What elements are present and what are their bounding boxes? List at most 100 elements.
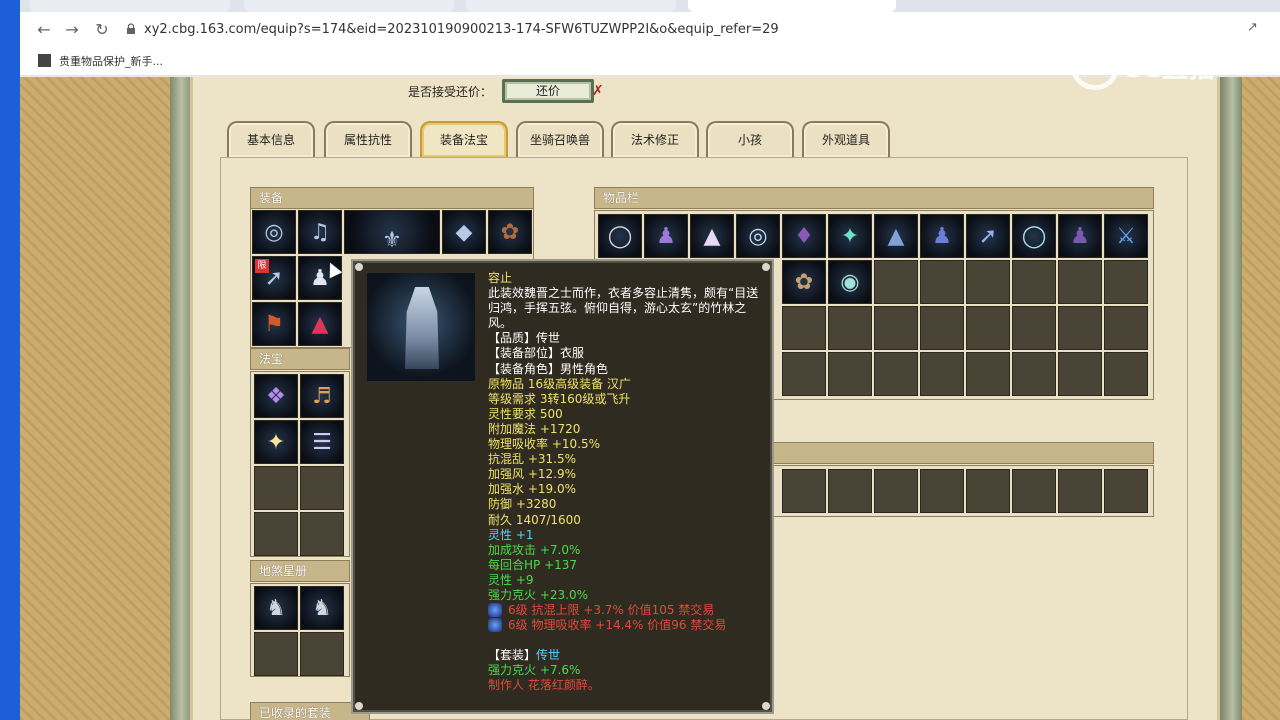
necklace-icon: ◯	[607, 224, 633, 249]
empty-slot[interactable]	[828, 352, 872, 396]
bargain-button[interactable]: 还价	[502, 79, 594, 103]
address-bar[interactable]: xy2.cbg.163.com/equip?s=174&eid=20231019…	[126, 18, 1236, 42]
back-icon[interactable]: ←	[34, 20, 54, 40]
cc-logo-icon	[1072, 49, 1118, 90]
tooltip-corner	[762, 263, 770, 271]
browser-tab[interactable]	[244, 0, 454, 12]
inventory-slot[interactable]: ▲	[690, 214, 734, 258]
equip-slot-accessory[interactable]: ♫	[298, 210, 342, 254]
stat-line: 加强风 +12.9%	[488, 467, 576, 482]
empty-slot[interactable]	[1012, 306, 1056, 350]
empty-slot[interactable]	[874, 352, 918, 396]
star-book-slot[interactable]: ♞	[254, 586, 298, 630]
share-icon[interactable]: ↗	[1247, 20, 1263, 36]
empty-slot[interactable]	[874, 306, 918, 350]
browser-tab[interactable]	[466, 0, 676, 12]
cloth-icon: ▲	[703, 224, 721, 249]
tab-spell-mod[interactable]: 法术修正	[611, 121, 699, 157]
belt-icon: ⚑	[264, 312, 284, 337]
empty-slot[interactable]	[1012, 352, 1056, 396]
inventory-slot[interactable]: ◯	[1012, 214, 1056, 258]
empty-slot[interactable]	[1012, 469, 1056, 513]
empty-slot[interactable]	[874, 260, 918, 304]
section-inventory-header: 物品栏	[594, 187, 1154, 209]
tab-equipment-fabao[interactable]: 装备法宝	[420, 121, 508, 157]
empty-slot[interactable]	[920, 352, 964, 396]
section-equipment-header: 装备	[250, 187, 534, 209]
equip-slot-weapon[interactable]: ⚜	[344, 210, 440, 254]
warrior-icon: ♞	[266, 596, 286, 621]
empty-slot[interactable]	[966, 260, 1010, 304]
empty-slot[interactable]	[782, 306, 826, 350]
empty-slot[interactable]	[1104, 306, 1148, 350]
tab-mount-summon[interactable]: 坐骑召唤兽	[516, 121, 604, 157]
inventory-slot[interactable]: ➚	[966, 214, 1010, 258]
empty-slot[interactable]	[1104, 352, 1148, 396]
equip-slot-boots[interactable]: ▲	[298, 302, 342, 346]
empty-slot[interactable]	[874, 469, 918, 513]
inventory-slot[interactable]: ✦	[828, 214, 872, 258]
empty-slot[interactable]	[254, 466, 298, 510]
inventory-slot[interactable]: ♟	[920, 214, 964, 258]
empty-slot[interactable]	[920, 306, 964, 350]
inventory-slot[interactable]: ⚔	[1104, 214, 1148, 258]
inventory-slot[interactable]: ♟	[1058, 214, 1102, 258]
empty-slot[interactable]	[920, 260, 964, 304]
bookmark-item[interactable]: 贵重物品保护_新手...	[38, 54, 163, 70]
empty-slot[interactable]	[1058, 306, 1102, 350]
empty-slot[interactable]	[782, 469, 826, 513]
empty-slot[interactable]	[828, 306, 872, 350]
empty-slot[interactable]	[1104, 260, 1148, 304]
inventory-slot[interactable]: ◉	[828, 260, 872, 304]
gem-text: 6级 抗混上限 +3.7% 价值105 禁交易	[508, 603, 715, 618]
item-image	[367, 273, 475, 381]
inventory-slot[interactable]: ♦	[782, 214, 826, 258]
reload-icon[interactable]: ↻	[92, 20, 112, 40]
inventory-slot[interactable]: ✿	[782, 260, 826, 304]
inventory-slot[interactable]: ◎	[736, 214, 780, 258]
item-name: 容止	[488, 271, 513, 285]
empty-slot[interactable]	[966, 469, 1010, 513]
empty-slot[interactable]	[300, 512, 344, 556]
empty-slot[interactable]	[966, 306, 1010, 350]
desktop-edge	[0, 0, 20, 720]
empty-slot[interactable]	[1058, 260, 1102, 304]
fabao-slot[interactable]: ☰	[300, 420, 344, 464]
tab-child[interactable]: 小孩	[706, 121, 794, 157]
empty-slot[interactable]	[920, 469, 964, 513]
empty-slot[interactable]	[1058, 352, 1102, 396]
tab-appearance[interactable]: 外观道具	[802, 121, 890, 157]
tab-basic-info[interactable]: 基本信息	[227, 121, 315, 157]
equip-slot-hair[interactable]: ✿	[488, 210, 532, 254]
empty-slot[interactable]	[254, 512, 298, 556]
inventory-slot[interactable]: ▲	[874, 214, 918, 258]
robe-icon: ♟	[932, 224, 952, 249]
empty-slot[interactable]	[254, 632, 298, 676]
equip-slot-belt[interactable]: ⚑	[252, 302, 296, 346]
empty-slot[interactable]	[782, 352, 826, 396]
empty-slot[interactable]	[828, 469, 872, 513]
empty-slot[interactable]	[1104, 469, 1148, 513]
blade-icon: ➚	[978, 224, 998, 249]
empty-slot[interactable]	[1012, 260, 1056, 304]
equip-slot-mask[interactable]: ◆	[442, 210, 486, 254]
inventory-slot[interactable]: ♟	[644, 214, 688, 258]
equip-slot-helmet[interactable]: ◎	[252, 210, 296, 254]
tab-resistance[interactable]: 属性抗性	[324, 121, 412, 157]
fabao-slot[interactable]: ❖	[254, 374, 298, 418]
browser-tab-active[interactable]	[688, 0, 896, 12]
fabao-slot[interactable]: ✦	[254, 420, 298, 464]
boots-icon: ▲	[311, 312, 329, 337]
forward-icon[interactable]: →	[62, 20, 82, 40]
empty-slot[interactable]	[300, 466, 344, 510]
level-requirement: 等级需求 3转160级或飞升	[488, 391, 631, 406]
empty-slot[interactable]	[1058, 469, 1102, 513]
equip-slot-weapon2[interactable]: 限 ➚	[252, 256, 296, 300]
star-book-slot[interactable]: ♞	[300, 586, 344, 630]
maker: 制作人 花落红颜醉。	[488, 678, 600, 693]
fabao-slot[interactable]: ♬	[300, 374, 344, 418]
empty-slot[interactable]	[966, 352, 1010, 396]
browser-tab[interactable]	[30, 0, 230, 12]
empty-slot[interactable]	[300, 632, 344, 676]
inventory-slot[interactable]: ◯	[598, 214, 642, 258]
